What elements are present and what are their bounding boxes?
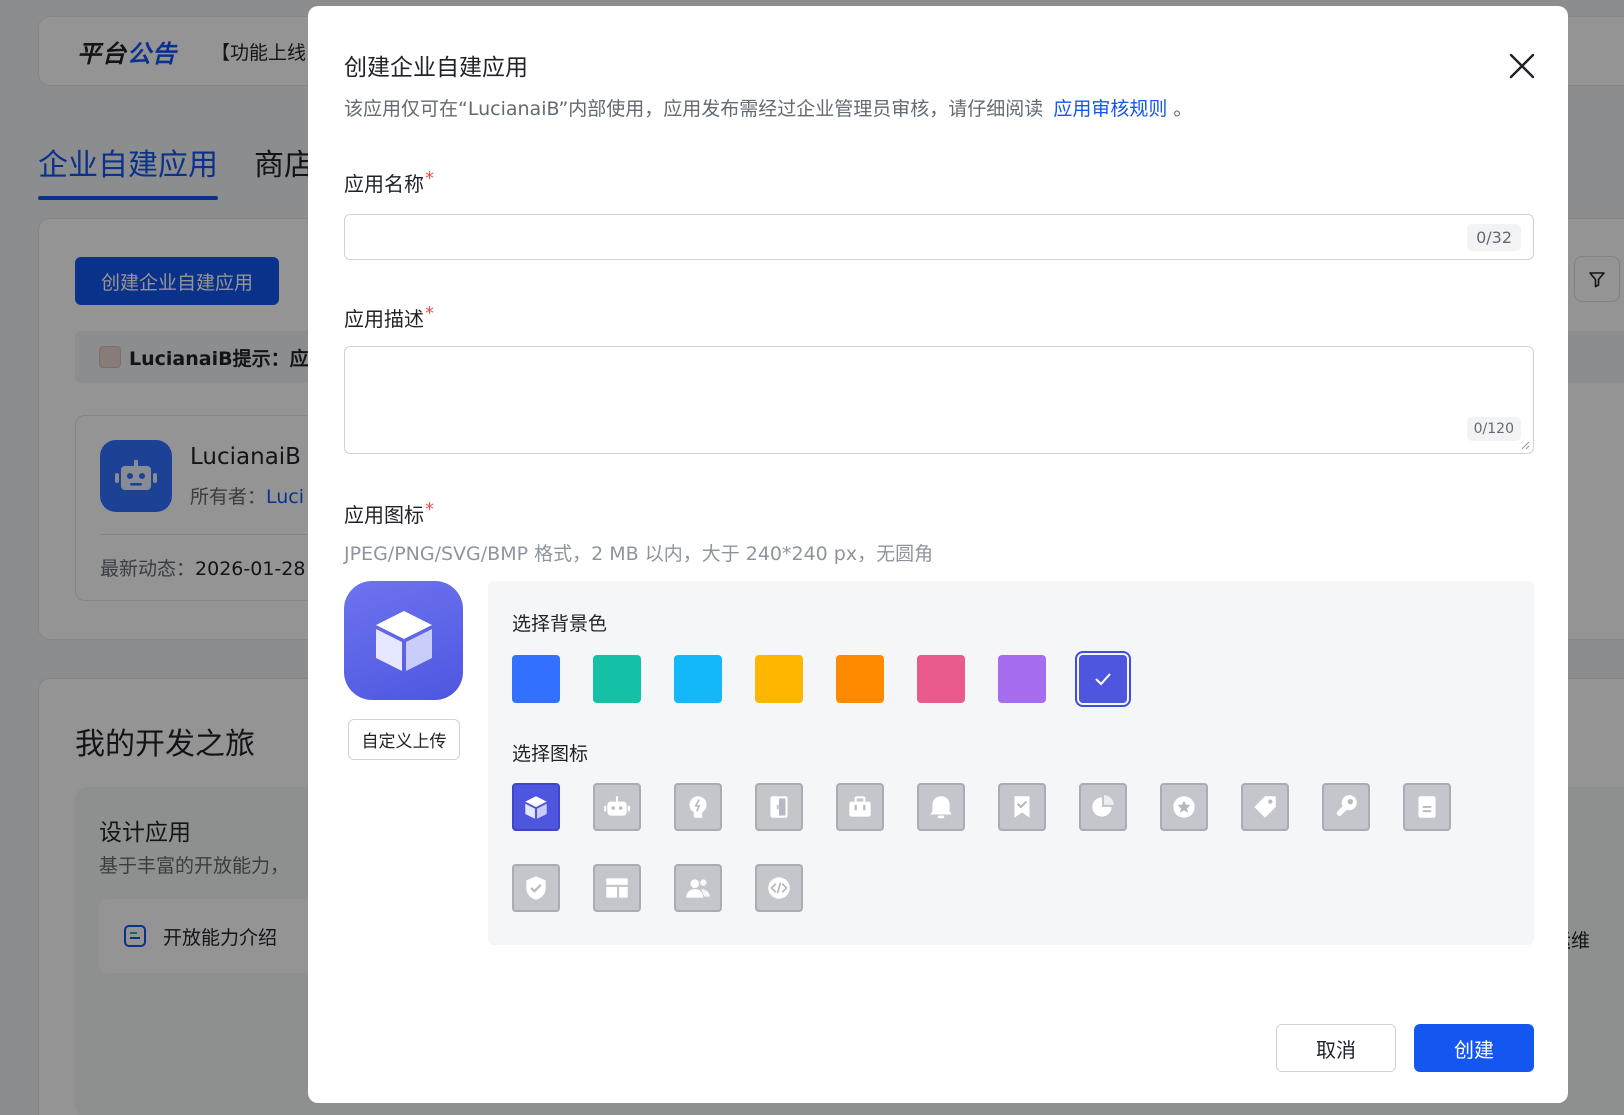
bg-color-swatch[interactable]	[755, 655, 803, 703]
dialog-subtitle: 该应用仅可在“LucianaiB”内部使用，应用发布需经过企业管理员审核，请仔细…	[344, 98, 1193, 120]
create-app-dialog: 创建企业自建应用 该应用仅可在“LucianaiB”内部使用，应用发布需经过企业…	[308, 6, 1568, 1103]
cube-icon	[375, 610, 432, 671]
custom-upload-button[interactable]: 自定义上传	[348, 719, 460, 760]
bg-color-swatch[interactable]	[512, 655, 560, 703]
resize-handle-icon[interactable]	[1521, 441, 1530, 450]
file-icon[interactable]	[1403, 783, 1451, 831]
dialog-title: 创建企业自建应用	[344, 55, 528, 81]
create-button[interactable]: 创建	[1414, 1024, 1534, 1072]
layout-icon[interactable]	[593, 864, 641, 912]
robot-icon[interactable]	[593, 783, 641, 831]
check-icon	[1095, 673, 1111, 686]
name-char-counter: 0/32	[1467, 224, 1521, 251]
bookmark-check-icon[interactable]	[998, 783, 1046, 831]
bg-color-swatch[interactable]	[836, 655, 884, 703]
app-desc-textarea[interactable]: 0/120	[344, 346, 1534, 454]
app-name-input[interactable]: 0/32	[344, 214, 1534, 260]
review-rules-link[interactable]: 应用审核规则	[1053, 98, 1167, 120]
bg-color-swatch[interactable]	[917, 655, 965, 703]
tag-icon[interactable]	[1241, 783, 1289, 831]
bg-color-swatch[interactable]	[593, 655, 641, 703]
app-icon-label: 应用图标*	[344, 499, 434, 527]
star-icon[interactable]	[1160, 783, 1208, 831]
icon-format-hint: JPEG/PNG/SVG/BMP 格式，2 MB 以内，大于 240*240 p…	[344, 543, 934, 565]
icon-select-label: 选择图标	[512, 743, 589, 765]
wrench-icon[interactable]	[1322, 783, 1370, 831]
close-icon[interactable]	[1502, 46, 1542, 86]
app-name-label: 应用名称*	[344, 168, 434, 196]
bell-icon[interactable]	[917, 783, 965, 831]
bg-color-swatch[interactable]	[1075, 651, 1131, 707]
shield-check-icon[interactable]	[512, 864, 560, 912]
bg-color-swatch[interactable]	[674, 655, 722, 703]
briefcase-icon[interactable]	[836, 783, 884, 831]
pie-chart-icon[interactable]	[1079, 783, 1127, 831]
code-icon[interactable]	[755, 864, 803, 912]
icon-picker-panel: 选择背景色 选择图标	[488, 581, 1534, 945]
cube-icon[interactable]	[512, 783, 560, 831]
app-desc-label: 应用描述*	[344, 303, 434, 331]
desc-char-counter: 0/120	[1466, 417, 1521, 441]
document-open-icon[interactable]	[755, 783, 803, 831]
bg-color-label: 选择背景色	[512, 613, 608, 635]
cancel-button[interactable]: 取消	[1276, 1024, 1396, 1072]
lightbulb-icon[interactable]	[674, 783, 722, 831]
users-icon[interactable]	[674, 864, 722, 912]
bg-color-swatch[interactable]	[998, 655, 1046, 703]
icon-preview	[344, 581, 463, 700]
